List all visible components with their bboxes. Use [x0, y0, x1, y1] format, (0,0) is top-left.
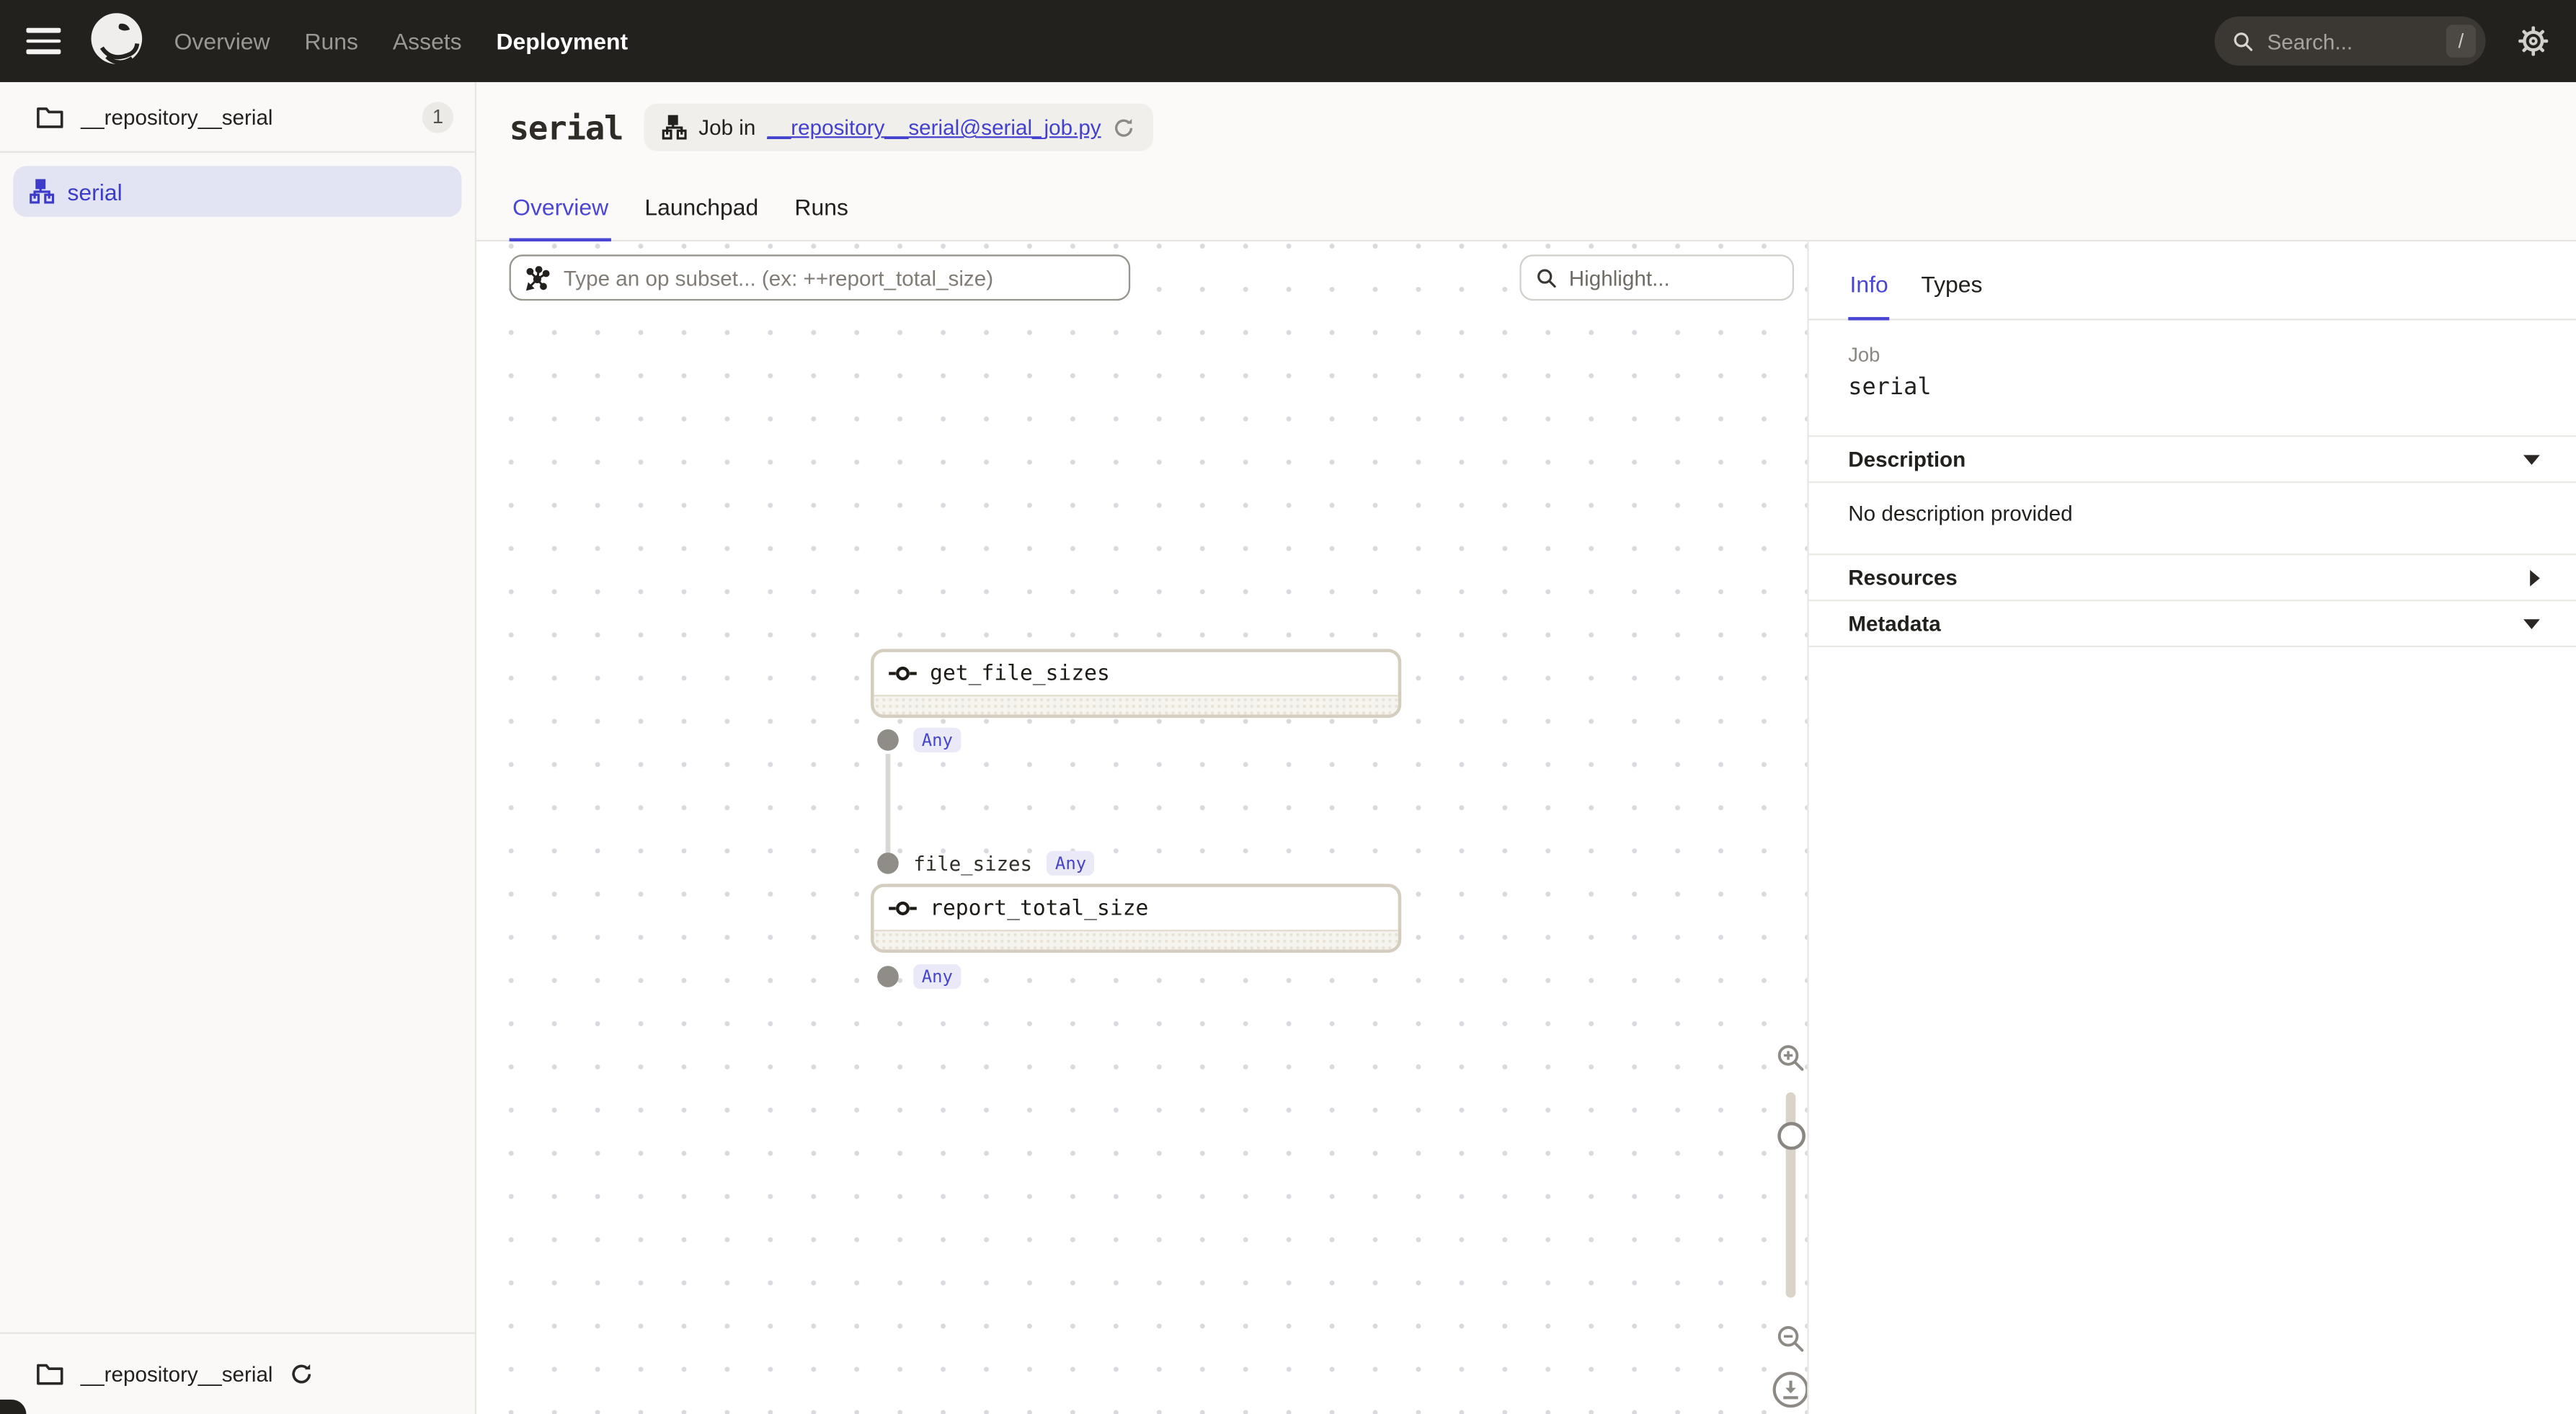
folder-icon — [36, 1362, 64, 1387]
page-title: serial — [510, 107, 623, 147]
section-divider — [1809, 646, 2576, 647]
search-shortcut-badge: / — [2446, 25, 2476, 58]
op-node-name: report_total_size — [930, 896, 1148, 920]
job-field-value: serial — [1848, 375, 2536, 401]
op-node-body — [874, 930, 1398, 949]
tab-launchpad[interactable]: Launchpad — [641, 181, 762, 241]
op-node-name: get_file_sizes — [930, 661, 1110, 685]
job-field-label: Job — [1848, 343, 2536, 366]
search-input[interactable] — [2267, 29, 2433, 53]
job-icon — [30, 179, 54, 203]
tab-runs[interactable]: Runs — [791, 181, 852, 241]
highlight-input[interactable] — [1569, 265, 1777, 290]
repository-header[interactable]: __repository__serial 1 — [0, 82, 475, 153]
tab-info[interactable]: Info — [1848, 271, 1890, 320]
op-node-body — [874, 695, 1398, 714]
reload-icon[interactable] — [1113, 116, 1136, 139]
section-title: Resources — [1848, 565, 1958, 590]
left-sidebar: __repository__serial 1 serial — [0, 82, 476, 1414]
op-graph-canvas[interactable]: get_file_sizes Any file_sizes — [476, 241, 1807, 1414]
op-selector-icon — [525, 265, 550, 290]
app-root: Overview Runs Assets Deployment / — [0, 0, 2576, 1414]
breadcrumb: Job in __repository__serial@serial_job.p… — [644, 104, 1153, 151]
output-port-icon[interactable] — [877, 966, 899, 987]
job-icon — [662, 115, 687, 140]
output-port-row: Any — [877, 728, 961, 752]
search-icon — [2233, 30, 2255, 52]
info-panel: Info Types Job serial Description No des… — [1807, 241, 2576, 1414]
job-tabs: Overview Launchpad Runs — [510, 181, 852, 241]
global-search[interactable]: / — [2215, 17, 2486, 66]
op-node-report-total-size[interactable]: report_total_size — [871, 884, 1401, 953]
description-body: No description provided — [1809, 481, 2576, 553]
input-port-icon[interactable] — [877, 853, 899, 874]
job-header: serial Job in __repository__serial@seria… — [476, 82, 2576, 241]
breadcrumb-prefix: Job in — [698, 115, 755, 140]
job-info-block: Job serial — [1809, 320, 2576, 435]
repo-file-link[interactable]: __repository__serial@serial_job.py — [767, 115, 1101, 140]
chevron-right-icon — [2530, 569, 2540, 586]
chevron-down-icon — [2523, 454, 2540, 464]
tab-overview[interactable]: Overview — [510, 181, 612, 241]
dagster-logo-icon[interactable] — [87, 12, 146, 71]
output-port-icon[interactable] — [877, 729, 899, 751]
zoom-slider-handle[interactable] — [1777, 1122, 1806, 1150]
op-subset-filter[interactable] — [510, 254, 1131, 301]
job-item-label: serial — [67, 178, 122, 204]
op-icon — [889, 899, 917, 918]
type-badge-any[interactable]: Any — [913, 728, 961, 752]
folder-icon — [36, 105, 64, 129]
type-badge-any[interactable]: Any — [913, 964, 961, 989]
nav-assets[interactable]: Assets — [393, 28, 462, 54]
job-list: serial — [0, 153, 475, 230]
op-subset-input[interactable] — [564, 265, 1114, 290]
dependency-edge — [886, 754, 891, 853]
job-count-badge: 1 — [422, 101, 453, 132]
section-metadata[interactable]: Metadata — [1809, 600, 2576, 646]
repository-name: __repository__serial — [81, 105, 406, 129]
tab-types[interactable]: Types — [1919, 271, 1984, 320]
footer-repository-name: __repository__serial — [81, 1362, 273, 1387]
output-port-row: Any — [877, 964, 961, 989]
input-port-name: file_sizes — [913, 852, 1032, 875]
section-title: Metadata — [1848, 611, 1940, 636]
info-panel-tabs: Info Types — [1809, 241, 2576, 320]
search-icon — [1536, 267, 1558, 288]
download-view-icon[interactable] — [1771, 1370, 1807, 1410]
highlight-filter[interactable] — [1519, 254, 1794, 301]
input-port-row: file_sizes Any — [877, 851, 1094, 876]
type-badge-any[interactable]: Any — [1047, 851, 1095, 876]
nav-deployment[interactable]: Deployment — [497, 28, 629, 54]
main-area: serial Job in __repository__serial@seria… — [476, 82, 2576, 1414]
zoom-in-icon[interactable] — [1776, 1043, 1806, 1072]
settings-gear-icon[interactable] — [2517, 25, 2550, 58]
hamburger-menu-icon[interactable] — [26, 22, 66, 61]
chevron-down-icon — [2523, 618, 2540, 628]
op-icon — [889, 664, 917, 683]
repository-footer[interactable]: __repository__serial — [0, 1333, 475, 1414]
zoom-out-icon[interactable] — [1776, 1324, 1806, 1353]
section-title: Description — [1848, 447, 1966, 471]
section-resources[interactable]: Resources — [1809, 553, 2576, 600]
section-description[interactable]: Description — [1809, 435, 2576, 481]
nav-runs[interactable]: Runs — [304, 28, 358, 54]
primary-nav: Overview Runs Assets Deployment — [174, 28, 629, 54]
op-node-get-file-sizes[interactable]: get_file_sizes — [871, 649, 1401, 718]
sidebar-spacer — [0, 230, 475, 1332]
reload-repository-icon[interactable] — [289, 1362, 314, 1387]
sidebar-item-serial[interactable]: serial — [13, 166, 461, 217]
top-nav: Overview Runs Assets Deployment / — [0, 0, 2576, 82]
nav-overview[interactable]: Overview — [174, 28, 270, 54]
